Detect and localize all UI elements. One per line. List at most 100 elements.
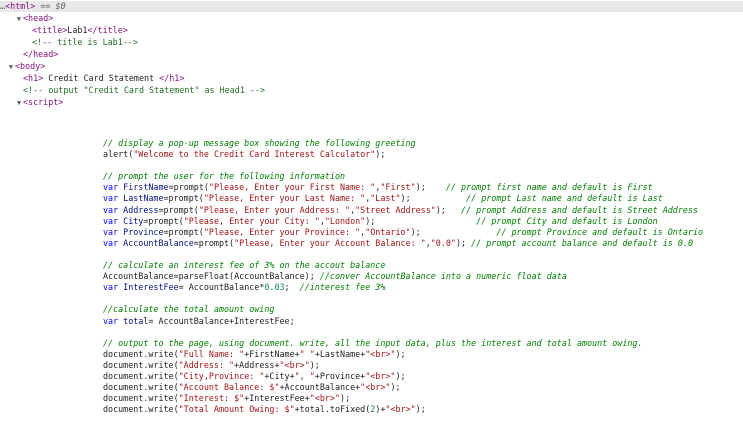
code-line: AccountBalance=parseFloat(AccountBalance… — [103, 271, 743, 282]
identifier: City — [123, 215, 144, 226]
code-token: +FirstName+ — [244, 348, 300, 359]
script-content: // display a pop-up message box showing … — [103, 128, 743, 435]
string-literal: "<br>" — [385, 404, 416, 415]
string-literal: "Street Address" — [355, 204, 436, 215]
identifier: Address — [123, 204, 159, 215]
code-token: alert( — [103, 149, 134, 160]
dom-node-head[interactable]: ▼ <head> — [0, 13, 743, 24]
string-literal: "Interest: $" — [178, 393, 245, 404]
dom-node-title[interactable]: <title>Lab1</title> — [0, 25, 743, 36]
code-line: var FirstName=prompt("Please, Enter your… — [103, 182, 743, 193]
h1-text: Credit Card Statement — [43, 73, 160, 83]
js-comment: // prompt City and default is London — [476, 215, 658, 226]
code-token: document.write( — [103, 370, 179, 381]
keyword: var — [103, 204, 124, 215]
string-literal: "Total Amount Owing: $" — [178, 404, 295, 415]
code-token: +City+ — [264, 370, 295, 381]
code-token: =prompt( — [168, 182, 209, 193]
string-literal: "0.0" — [430, 237, 456, 248]
code-token: ); — [390, 382, 401, 393]
dom-node-comment[interactable]: <!-- output "Credit Card Statement" as H… — [0, 85, 743, 96]
equals-sign: == — [40, 1, 51, 11]
js-comment: // display a pop-up message box showing … — [103, 138, 416, 148]
code-token: ); — [455, 237, 472, 248]
dom-node-head-close[interactable]: </head> — [0, 49, 743, 60]
js-comment: // prompt Last name and default is Last — [466, 193, 663, 204]
code-line: // calculate an interest fee of 3% on th… — [103, 260, 743, 271]
js-comment: // prompt Address and default is Street … — [461, 204, 699, 215]
code-line: // display a pop-up message box showing … — [103, 138, 743, 149]
string-literal: "Please, Enter your Account Balance: " — [234, 237, 426, 248]
code-token: ); — [340, 393, 351, 404]
h1-close-tag: </h1> — [159, 73, 185, 83]
code-token: +total.toFixed( — [294, 404, 371, 415]
code-token: ); — [400, 193, 467, 204]
string-literal: "Please, Enter your City: " — [183, 215, 320, 226]
string-literal: "<br>" — [365, 370, 396, 381]
code-token: ); — [410, 226, 497, 237]
string-literal: ", " — [294, 370, 315, 381]
code-line: // output to the page, using document. w… — [103, 338, 743, 349]
code-token: =prompt( — [163, 226, 204, 237]
code-line: var LastName=prompt("Please, Enter your … — [103, 193, 743, 204]
code-token: ); — [375, 149, 386, 160]
html-comment: <!-- title is Lab1--> — [32, 37, 138, 47]
js-comment: // calculate an interest fee of 3% on th… — [103, 260, 386, 271]
code-line: document.write("Full Name: "+FirstName+"… — [103, 349, 743, 360]
title-text: Lab1 — [67, 25, 88, 35]
code-line: document.write("Total Amount Owing: $"+t… — [103, 404, 743, 415]
dom-node-h1[interactable]: <h1> Credit Card Statement </h1> — [0, 73, 743, 84]
string-literal: "Please, Enter your First Name: " — [208, 182, 376, 193]
string-literal: "Ontario" — [365, 226, 411, 237]
string-literal: "London" — [324, 215, 366, 226]
code-token: =prompt( — [193, 237, 235, 248]
head-close-tag: </head> — [23, 49, 59, 59]
js-comment: // prompt account balance and default is… — [471, 237, 693, 248]
code-token: +InterestFee+ — [244, 393, 310, 404]
dom-node-comment[interactable]: <!-- title is Lab1--> — [0, 37, 743, 48]
title-close-tag: </title> — [87, 25, 128, 35]
code-line: document.write("Account Balance: $"+Acco… — [103, 382, 743, 393]
code-token: ); — [415, 404, 426, 415]
code-token: document.write( — [103, 359, 179, 370]
keyword: var — [103, 226, 124, 237]
code-token: ); — [309, 359, 320, 370]
string-literal: " " — [299, 348, 315, 359]
string-literal: "First" — [380, 182, 416, 193]
dom-node-body[interactable]: ▼ <body> — [0, 61, 743, 72]
js-comment: // prompt first name and default is Firs… — [445, 182, 653, 193]
dom-node-script[interactable]: ▼ <script> — [0, 97, 743, 108]
code-line: alert("Welcome to the Credit Card Intere… — [103, 149, 743, 160]
code-token: +AccountBalance+ — [279, 382, 361, 393]
code-line: var total= AccountBalance+InterestFee; — [103, 316, 743, 327]
code-token: )+ — [375, 404, 386, 415]
js-comment: // output to the page, using document. w… — [103, 337, 643, 348]
keyword: var — [103, 215, 124, 226]
code-line: var Province=prompt("Please, Enter your … — [103, 227, 743, 238]
keyword: var — [103, 193, 124, 204]
code-line: //calculate the total amount owing — [103, 304, 743, 315]
expand-triangle-icon[interactable]: ▼ — [15, 98, 23, 109]
code-line: document.write("Address: "+Address+"<br>… — [103, 360, 743, 371]
code-token: ; — [284, 282, 300, 293]
identifier: AccountBalance — [123, 237, 194, 248]
string-literal: "Please, Enter your Address: " — [198, 204, 351, 215]
code-token: ); — [435, 204, 462, 215]
title-open-tag: <title> — [32, 25, 68, 35]
string-literal: "Last" — [370, 193, 401, 204]
script-tag: <script> — [23, 97, 64, 107]
string-literal: "<br>" — [360, 382, 391, 393]
identifier: InterestFee — [123, 282, 179, 293]
identifier: total — [123, 315, 149, 326]
expand-triangle-icon[interactable]: ▼ — [7, 62, 15, 73]
code-token: +Address+ — [234, 359, 280, 370]
code-token: =prompt( — [163, 193, 204, 204]
expand-triangle-icon[interactable]: ▼ — [15, 14, 23, 25]
code-token: ); — [415, 182, 446, 193]
code-token: document.write( — [103, 348, 179, 359]
code-token: document.write( — [103, 382, 179, 393]
code-line: var City=prompt("Please, Enter your City… — [103, 216, 743, 227]
dom-node-html[interactable]: …<html> == $0 — [0, 1, 743, 12]
